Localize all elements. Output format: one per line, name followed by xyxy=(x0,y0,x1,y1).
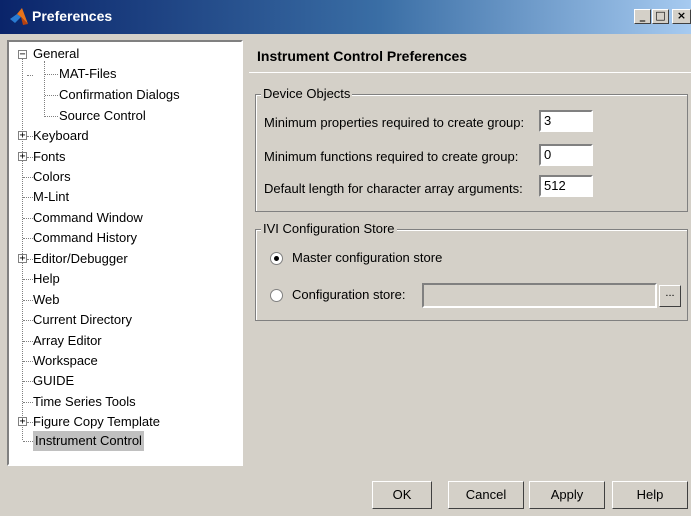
close-button[interactable]: × xyxy=(672,9,691,24)
apply-button[interactable]: Apply xyxy=(529,481,605,509)
tree-item-workspace[interactable]: Workspace xyxy=(33,351,98,371)
matlab-logo-icon xyxy=(10,8,28,25)
cancel-button[interactable]: Cancel xyxy=(448,481,524,509)
tree-item-mat-files[interactable]: MAT-Files xyxy=(59,64,117,84)
tree-connector-line xyxy=(44,61,45,117)
configuration-store-input[interactable] xyxy=(422,283,657,308)
tree-item-general[interactable]: General xyxy=(33,44,79,64)
default-length-input[interactable]: 512 xyxy=(539,175,593,197)
tree-item-command-history[interactable]: Command History xyxy=(33,228,137,248)
tree-item-editor-debugger[interactable]: Editor/Debugger xyxy=(33,249,128,269)
help-button[interactable]: Help xyxy=(612,481,688,509)
minimize-button[interactable]: _ xyxy=(634,9,651,24)
default-length-label: Default length for character array argum… xyxy=(264,181,523,196)
expand-editor-debugger-icon[interactable]: + xyxy=(18,254,27,264)
tree-item-source-control[interactable]: Source Control xyxy=(59,106,146,126)
ok-button[interactable]: OK xyxy=(372,481,432,509)
configuration-store-radio[interactable] xyxy=(270,289,283,302)
tree-item-m-lint[interactable]: M-Lint xyxy=(33,187,69,207)
configuration-store-label[interactable]: Configuration store: xyxy=(292,287,405,302)
window-title: Preferences xyxy=(32,8,113,24)
tree-item-keyboard[interactable]: Keyboard xyxy=(33,126,89,146)
device-objects-legend: Device Objects xyxy=(261,86,353,101)
min-properties-input[interactable]: 3 xyxy=(539,110,593,132)
tree-item-instrument-control[interactable]: Instrument Control xyxy=(33,431,144,451)
expand-fonts-icon[interactable]: + xyxy=(18,152,27,162)
panel-header: Instrument Control Preferences xyxy=(249,40,691,73)
tree-item-help[interactable]: Help xyxy=(33,269,60,289)
ivi-configuration-group: IVI Configuration Store Master configura… xyxy=(255,221,688,321)
min-functions-input[interactable]: 0 xyxy=(539,144,593,166)
tree-item-web[interactable]: Web xyxy=(33,290,60,310)
min-functions-label: Minimum functions required to create gro… xyxy=(264,149,519,164)
tree-item-array-editor[interactable]: Array Editor xyxy=(33,331,102,351)
maximize-button[interactable]: □ xyxy=(652,9,669,24)
master-configuration-label[interactable]: Master configuration store xyxy=(292,250,442,265)
tree-item-fonts[interactable]: Fonts xyxy=(33,147,66,167)
tree-item-colors[interactable]: Colors xyxy=(33,167,71,187)
tree-item-time-series-tools[interactable]: Time Series Tools xyxy=(33,392,136,412)
ivi-configuration-legend: IVI Configuration Store xyxy=(261,221,397,236)
tree-connector-line xyxy=(22,54,23,440)
preferences-tree[interactable]: − General MAT-Files Confirmation Dialogs… xyxy=(7,40,243,466)
tree-item-confirmation-dialogs[interactable]: Confirmation Dialogs xyxy=(59,85,180,105)
device-objects-group: Device Objects Minimum properties requir… xyxy=(255,86,688,212)
master-configuration-radio[interactable] xyxy=(270,252,283,265)
expand-figure-copy-template-icon[interactable]: + xyxy=(18,417,27,427)
min-properties-label: Minimum properties required to create gr… xyxy=(264,115,525,130)
expand-keyboard-icon[interactable]: + xyxy=(18,131,27,141)
title-bar: Preferences _ □ × xyxy=(0,0,691,34)
tree-item-current-directory[interactable]: Current Directory xyxy=(33,310,132,330)
page-title: Instrument Control Preferences xyxy=(257,48,468,64)
tree-item-figure-copy-template[interactable]: Figure Copy Template xyxy=(33,412,160,432)
tree-item-command-window[interactable]: Command Window xyxy=(33,208,143,228)
tree-item-guide[interactable]: GUIDE xyxy=(33,371,74,391)
collapse-general-icon[interactable]: − xyxy=(18,50,27,60)
browse-button[interactable]: ... xyxy=(659,285,681,307)
